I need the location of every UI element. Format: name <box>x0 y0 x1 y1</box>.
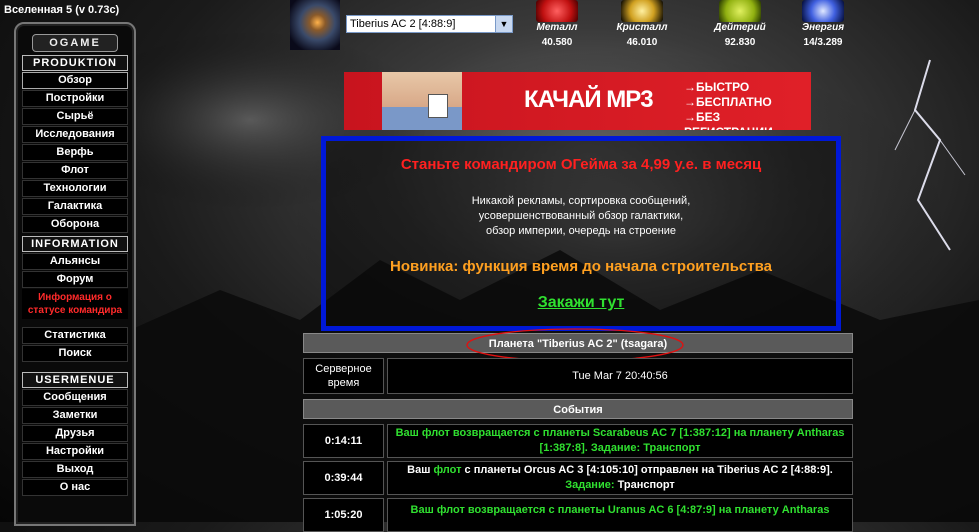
event-text: Ваш флот с планеты Orcus AC 3 [4:105:10]… <box>407 464 833 491</box>
menu-section-usermenue: USERMENUE <box>22 372 128 388</box>
menu-item-research[interactable]: Исследования <box>22 126 128 143</box>
event-time: 1:05:20 <box>303 498 384 532</box>
commander-promo-box: Станьте командиром ОГейма за 4,99 у.е. в… <box>321 136 841 331</box>
top-resource-bar: Tiberius AC 2 [4:88:9] ▼ Металл 40.580 К… <box>290 0 979 60</box>
resource-value: 46.010 <box>626 37 658 48</box>
order-here-link[interactable]: Закажи тут <box>326 294 836 312</box>
planet-select-value: Tiberius AC 2 [4:88:9] <box>350 18 456 30</box>
ad-bullet: →БЕСПЛАТНО <box>684 95 772 109</box>
menu-section-production: PRODUKTION <box>22 55 128 71</box>
menu-item-forum[interactable]: Форум <box>22 271 128 288</box>
mp3-ad-banner[interactable]: КАЧАЙ MP3 →БЫСТРО →БЕСПЛАТНО →БЕЗ РЕГИСТ… <box>344 72 811 130</box>
server-time-value: Tue Mar 7 20:40:56 <box>387 358 853 394</box>
resource-metal: Металл 40.580 <box>527 0 587 48</box>
event-row: 1:05:20 Ваш флот возвращается с планеты … <box>303 498 853 532</box>
menu-item-defense[interactable]: Оборона <box>22 216 128 233</box>
resource-name: Кристалл <box>616 22 668 33</box>
event-description[interactable]: Ваш флот возвращается с планеты Scarabeu… <box>387 424 853 458</box>
event-text: Ваш флот возвращается с планеты Uranus A… <box>410 504 830 516</box>
metal-icon <box>536 0 578 22</box>
events-header: События <box>303 399 853 419</box>
promo-body-line: усовершенствованный обзор галактики, <box>478 210 684 222</box>
crystal-icon <box>621 0 663 22</box>
menu-item-search[interactable]: Поиск <box>22 345 128 362</box>
ad-bullet: →БЫСТРО <box>684 80 750 94</box>
event-row: 0:39:44 Ваш флот с планеты Orcus AC 3 [4… <box>303 461 853 495</box>
menu-item-commander-info[interactable]: Информация о статусе командира <box>22 289 128 319</box>
chevron-down-icon[interactable]: ▼ <box>495 16 512 32</box>
planet-image[interactable] <box>290 0 340 50</box>
energy-icon <box>802 0 844 22</box>
event-description[interactable]: Ваш флот с планеты Orcus AC 3 [4:105:10]… <box>387 461 853 495</box>
menu-section-information: INFORMATION <box>22 236 128 252</box>
menu-item-statistics[interactable]: Статистика <box>22 327 128 344</box>
promo-body: Никакой рекламы, сортировка сообщений, у… <box>326 194 836 239</box>
menu-item-fleet[interactable]: Флот <box>22 162 128 179</box>
promo-body-line: обзор империи, очередь на строение <box>485 225 677 237</box>
menu-item-technology[interactable]: Технологии <box>22 180 128 197</box>
resource-name: Металл <box>536 22 578 33</box>
menu-item-options[interactable]: Настройки <box>22 443 128 460</box>
deuterium-icon <box>719 0 761 22</box>
resource-name: Энергия <box>801 22 845 33</box>
planet-select-dropdown[interactable]: Tiberius AC 2 [4:88:9] ▼ <box>346 15 513 33</box>
server-time-row: Серверное время Tue Mar 7 20:40:56 <box>303 358 853 394</box>
resource-crystal: Кристалл 46.010 <box>612 0 672 48</box>
ad-person-image <box>382 72 462 130</box>
ad-bullets: →БЫСТРО →БЕСПЛАТНО →БЕЗ РЕГИСТРАЦИИ <box>684 80 811 130</box>
menu-item-overview[interactable]: Обзор <box>22 72 128 89</box>
menu-item-shipyard[interactable]: Верфь <box>22 144 128 161</box>
resource-energy: Энергия 14/3.289 <box>793 0 853 48</box>
left-menu: OGAME PRODUKTION Обзор Постройки Сырьё И… <box>14 22 136 526</box>
event-text: Ваш флот возвращается с планеты Scarabeu… <box>395 427 845 454</box>
ogame-logo: OGAME <box>32 34 118 52</box>
universe-version-label: Вселенная 5 (v 0.73c) <box>4 4 120 16</box>
event-time: 0:39:44 <box>303 461 384 495</box>
menu-item-buildings[interactable]: Постройки <box>22 90 128 107</box>
promo-headline: Станьте командиром ОГейма за 4,99 у.е. в… <box>400 156 762 173</box>
menu-item-galaxy[interactable]: Галактика <box>22 198 128 215</box>
resource-deuterium: Дейтерий 92.830 <box>710 0 770 48</box>
event-time: 0:14:11 <box>303 424 384 458</box>
resource-value: 92.830 <box>724 37 756 48</box>
resource-value: 14/3.289 <box>803 37 843 48</box>
promo-body-line: Никакой рекламы, сортировка сообщений, <box>471 195 691 207</box>
event-row: 0:14:11 Ваш флот возвращается с планеты … <box>303 424 853 458</box>
menu-item-alliances[interactable]: Альянсы <box>22 253 128 270</box>
ad-title: КАЧАЙ MP3 <box>524 86 654 113</box>
promo-news: Новинка: функция время до начала строите… <box>390 258 772 275</box>
mp3-player-icon <box>428 94 448 118</box>
resource-name: Дейтерий <box>714 22 766 33</box>
ad-bullet: →БЕЗ РЕГИСТРАЦИИ <box>684 110 773 130</box>
menu-item-notes[interactable]: Заметки <box>22 407 128 424</box>
menu-item-buddies[interactable]: Друзья <box>22 425 128 442</box>
resource-value: 40.580 <box>541 37 573 48</box>
menu-item-about[interactable]: О нас <box>22 479 128 496</box>
server-time-label: Серверное время <box>303 358 384 394</box>
event-description[interactable]: Ваш флот возвращается с планеты Uranus A… <box>387 498 853 532</box>
menu-item-logout[interactable]: Выход <box>22 461 128 478</box>
menu-item-messages[interactable]: Сообщения <box>22 389 128 406</box>
menu-item-resources[interactable]: Сырьё <box>22 108 128 125</box>
planet-header: Планета "Tiberius AC 2" (tsagara) <box>303 333 853 353</box>
